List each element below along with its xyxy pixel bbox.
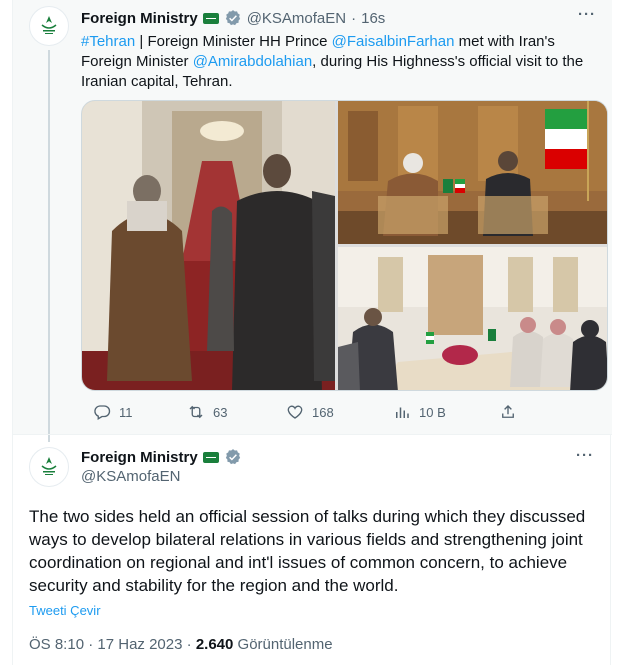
meta-separator: ·: [182, 636, 196, 653]
like-count: 168: [312, 404, 334, 420]
avatar[interactable]: [29, 6, 69, 46]
reply-button[interactable]: 11: [93, 400, 133, 424]
tweet-time[interactable]: 16s: [361, 10, 385, 27]
views-icon: [396, 407, 409, 418]
views-button[interactable]: 10 B: [393, 400, 446, 424]
tweet-header: Foreign Ministry @KSAmofaEN: [81, 447, 242, 487]
mention-link[interactable]: @Amirabdolahian: [193, 53, 312, 70]
views-count: 2.640: [195, 636, 234, 653]
author-handle[interactable]: @KSAmofaEN: [81, 467, 242, 487]
reply-icon: [94, 405, 111, 420]
author-name[interactable]: Foreign Ministry: [81, 10, 198, 27]
author-handle[interactable]: @KSAmofaEN: [247, 10, 346, 27]
retweet-button[interactable]: 63: [187, 400, 227, 424]
more-options-button[interactable]: ···: [578, 6, 596, 23]
verified-badge-icon[interactable]: [224, 9, 242, 27]
hashtag-link[interactable]: #Tehran: [81, 33, 135, 50]
share-icon: [502, 405, 514, 418]
tweet-actions: 11 63 168 10 B: [81, 400, 531, 424]
tweet-header: Foreign Ministry @KSAmofaEN · 16s: [81, 8, 385, 28]
tweet-meta: ÖS 8:10 · 17 Haz 2023 · 2.640 Görüntülen…: [29, 636, 333, 653]
media-grid: [81, 100, 608, 391]
photo-seated-meeting[interactable]: [338, 101, 607, 244]
affiliation-flag-icon[interactable]: [202, 12, 219, 24]
tweet-time[interactable]: ÖS 8:10: [29, 636, 84, 653]
avatar[interactable]: [29, 447, 69, 487]
tweet-text: #Tehran | Foreign Minister HH Prince @Fa…: [81, 32, 601, 92]
like-button[interactable]: 168: [286, 400, 334, 424]
mention-link[interactable]: @FaisalbinFarhan: [332, 33, 455, 50]
tweet-parent[interactable]: Foreign Ministry @KSAmofaEN · 16s ··· #T…: [13, 0, 612, 442]
verified-badge-icon[interactable]: [224, 448, 242, 466]
retweet-count: 63: [213, 404, 228, 420]
retweet-icon: [189, 405, 203, 419]
ministry-logo-icon: [41, 16, 57, 34]
author-name[interactable]: Foreign Ministry: [81, 449, 198, 466]
like-icon: [287, 405, 303, 419]
views-label: Görüntülenme: [233, 636, 333, 653]
thread-line: [48, 50, 50, 442]
ministry-logo-icon: [41, 457, 57, 475]
timeline-column: Foreign Ministry @KSAmofaEN · 16s ··· #T…: [12, 0, 612, 665]
tweet-text: The two sides held an official session o…: [29, 507, 586, 595]
divider: [13, 434, 612, 435]
reply-count: 11: [119, 404, 133, 420]
photo-staircase[interactable]: [82, 101, 335, 390]
meta-separator: ·: [84, 636, 98, 653]
header-separator: ·: [351, 9, 357, 27]
tweet-date[interactable]: 17 Haz 2023: [97, 636, 182, 653]
share-button[interactable]: [499, 400, 517, 424]
views-count: 10 B: [419, 404, 446, 420]
affiliation-flag-icon[interactable]: [202, 451, 219, 463]
translate-tweet-link[interactable]: Tweeti Çevir: [29, 603, 101, 618]
photo-delegation-talks[interactable]: [338, 247, 607, 390]
tweet-text-part: | Foreign Minister HH Prince: [135, 33, 332, 50]
more-options-button[interactable]: ···: [576, 447, 594, 464]
